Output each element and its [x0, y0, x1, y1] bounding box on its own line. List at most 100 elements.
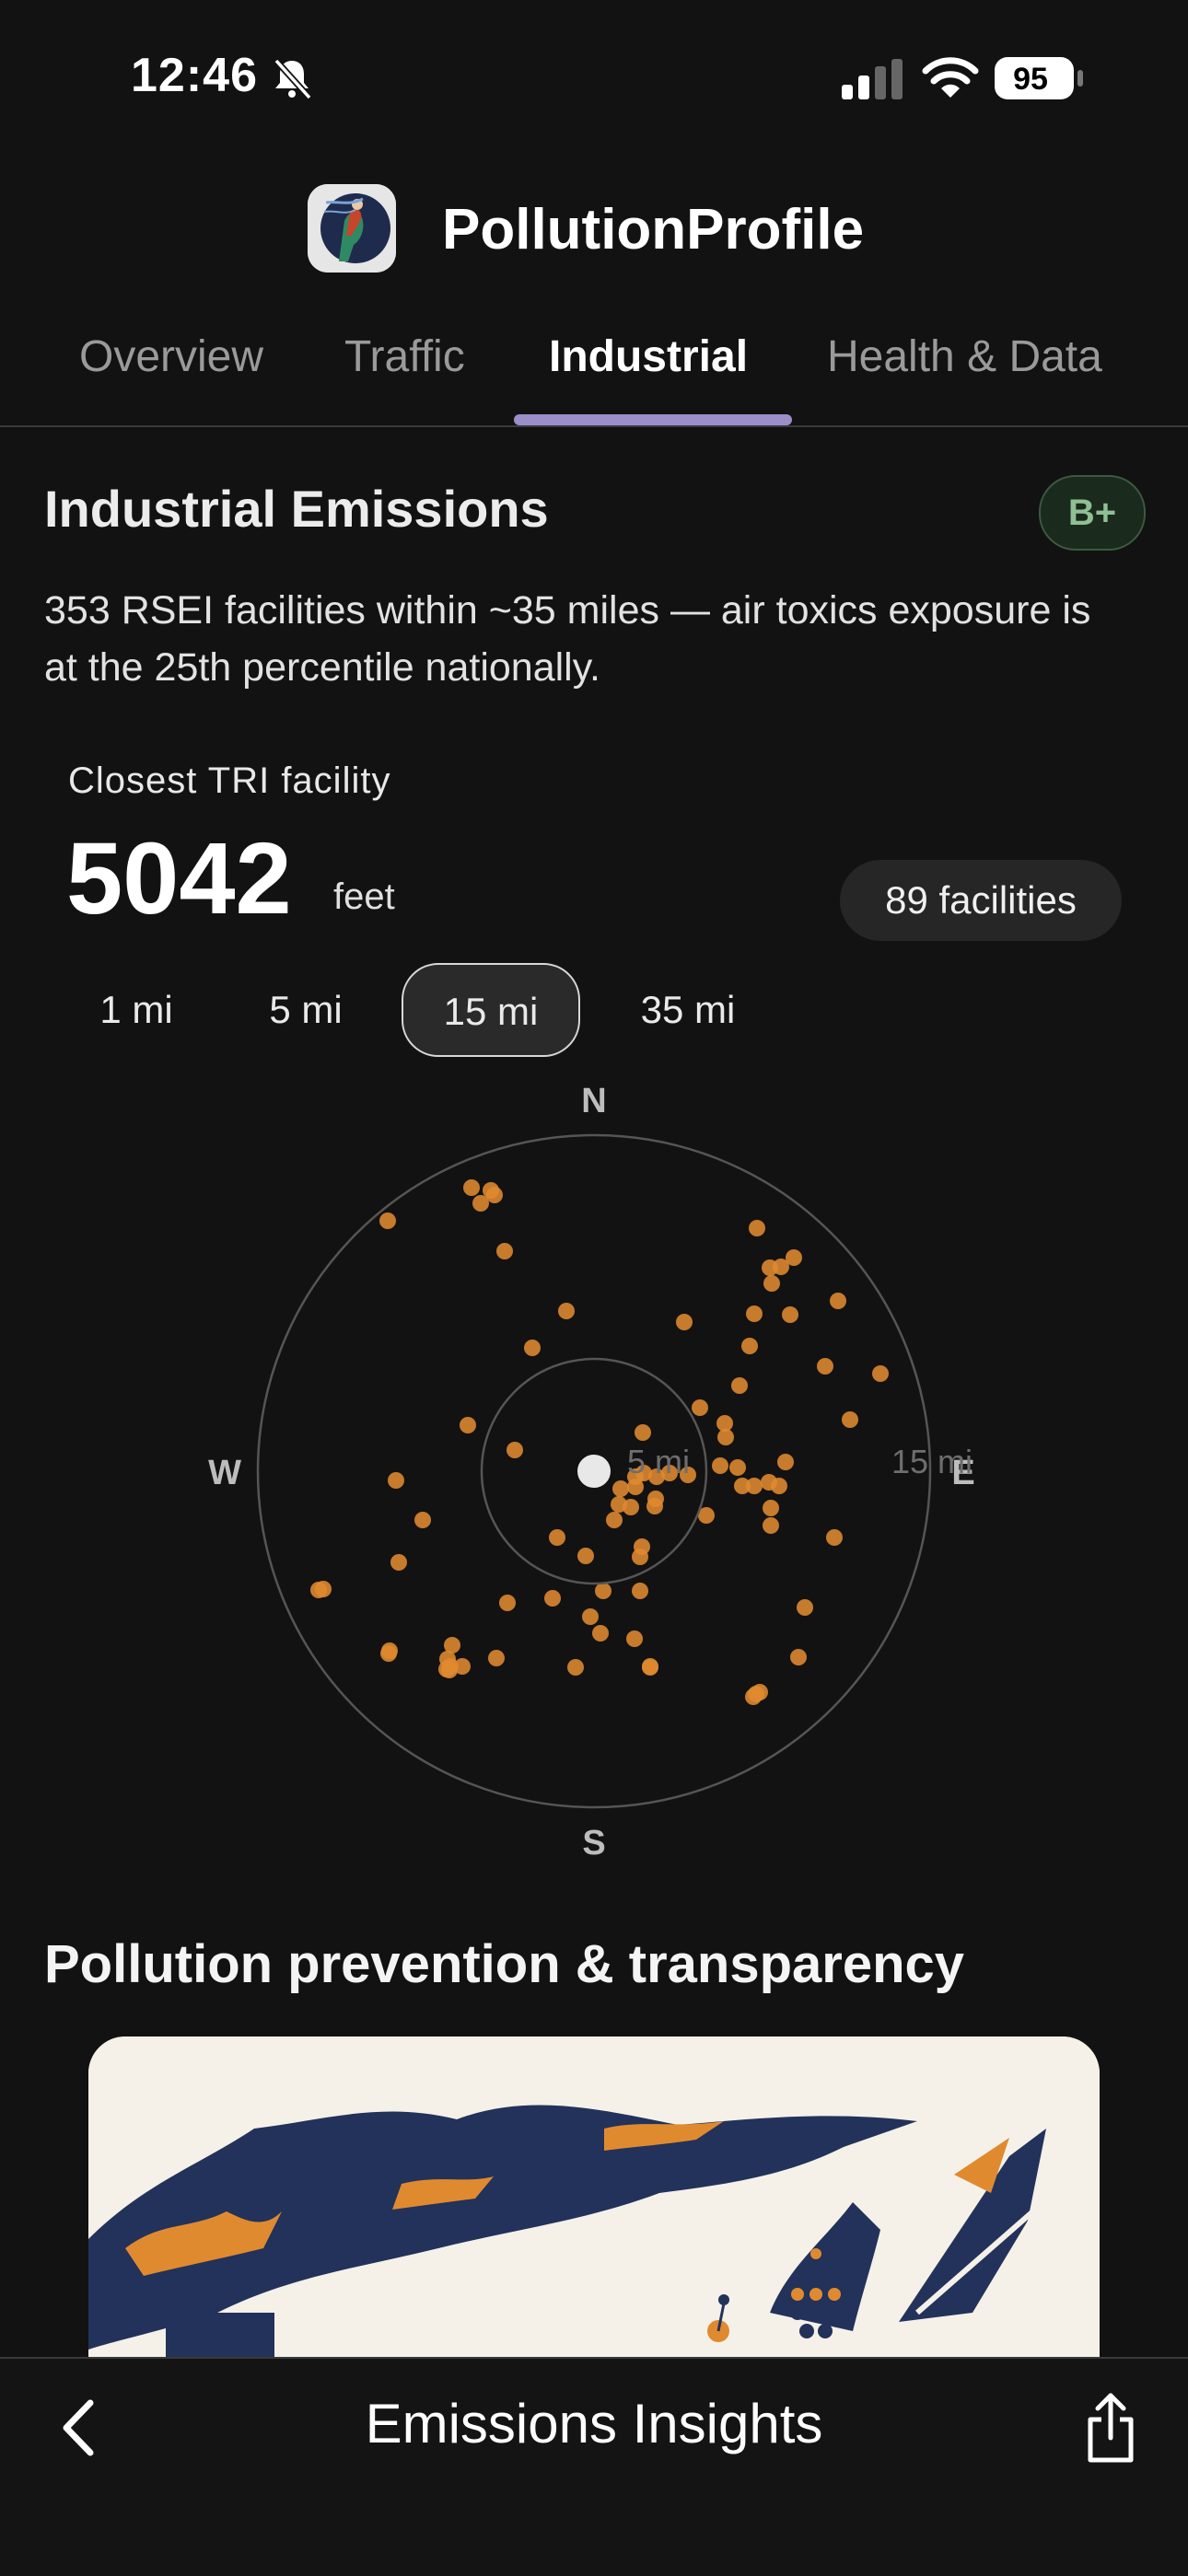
- facility-dot: [632, 1549, 648, 1565]
- facility-dot: [390, 1554, 407, 1571]
- facility-dot: [414, 1512, 431, 1528]
- facility-dot: [771, 1478, 787, 1494]
- facility-dot: [577, 1548, 594, 1564]
- facility-dot: [582, 1608, 599, 1625]
- facility-dot: [632, 1583, 648, 1599]
- battery-indicator: 95: [995, 57, 1083, 101]
- facility-dot: [626, 1630, 643, 1647]
- range-tab-15mi[interactable]: 15 mi: [402, 963, 580, 1057]
- facility-dot: [472, 1195, 489, 1212]
- facility-dots: [310, 1179, 889, 1705]
- facility-dot: [717, 1429, 734, 1445]
- bottom-title: Emissions Insights: [365, 2393, 823, 2454]
- tabs-divider: [0, 425, 1188, 427]
- facility-dot: [817, 1358, 833, 1375]
- tab-industrial[interactable]: Industrial: [549, 331, 748, 382]
- facility-dot: [797, 1599, 813, 1616]
- facility-dot: [763, 1275, 780, 1292]
- facility-dot: [612, 1480, 629, 1497]
- tab-bar: Overview Traffic Industrial Health & Dat…: [0, 322, 1188, 428]
- bottom-bar: Emissions Insights: [0, 2357, 1188, 2576]
- facility-dot: [388, 1472, 404, 1489]
- facility-dot: [549, 1529, 565, 1546]
- section2-title: Pollution prevention & transparency: [44, 1934, 965, 1994]
- app-title: PollutionProfile: [442, 198, 865, 261]
- facility-dot: [692, 1399, 708, 1416]
- facility-dot: [872, 1365, 889, 1382]
- facility-dot: [463, 1179, 480, 1196]
- pollution-illustration-image: [88, 2036, 1100, 2359]
- facility-dot: [777, 1454, 794, 1470]
- facility-dot: [749, 1220, 765, 1236]
- facility-radar-map: N S E W 5 mi 15 mi: [208, 1082, 975, 1862]
- compass-north: N: [581, 1082, 606, 1120]
- app-logo-icon: [308, 184, 396, 273]
- facility-dot: [379, 1213, 396, 1229]
- facility-dot: [442, 1658, 459, 1675]
- facility-dot: [712, 1457, 728, 1474]
- closest-facility-unit: feet: [333, 876, 395, 917]
- facility-dot: [606, 1512, 623, 1528]
- facility-dot: [627, 1479, 644, 1495]
- battery-level: 95: [1013, 62, 1048, 97]
- facility-dot: [595, 1583, 611, 1599]
- facilities-count-badge: 89 facilities: [840, 860, 1122, 941]
- facility-dot: [748, 1686, 764, 1702]
- facility-dot: [592, 1625, 609, 1642]
- status-time: 12:46: [131, 49, 258, 102]
- app-header: PollutionProfile: [0, 184, 1188, 276]
- share-icon[interactable]: [1083, 2390, 1138, 2466]
- status-bar: 12:46 95: [0, 0, 1188, 157]
- closest-facility-label: Closest TRI facility: [68, 760, 391, 801]
- facility-dot: [499, 1595, 516, 1611]
- facility-dot: [642, 1659, 658, 1676]
- facility-dot: [310, 1582, 327, 1598]
- range-tab-1mi[interactable]: 1 mi: [81, 963, 192, 1057]
- section-title: Industrial Emissions: [44, 480, 549, 538]
- tab-traffic[interactable]: Traffic: [344, 331, 465, 382]
- facility-dot: [731, 1377, 748, 1394]
- closest-facility-value: 5042: [66, 822, 292, 935]
- facility-dot: [486, 1187, 503, 1203]
- facility-dot: [746, 1305, 763, 1322]
- facility-dot: [790, 1649, 807, 1665]
- active-tab-indicator: [514, 414, 792, 425]
- grade-badge: B+: [1039, 475, 1146, 551]
- ring-label-15mi: 15 mi: [891, 1443, 973, 1480]
- section-description: 353 RSEI facilities within ~35 miles — a…: [44, 588, 1091, 690]
- compass-south: S: [582, 1824, 605, 1862]
- facility-dot: [623, 1499, 639, 1515]
- user-location-marker: [574, 1451, 614, 1491]
- facility-dot: [676, 1314, 693, 1330]
- ring-label-5mi: 5 mi: [627, 1443, 690, 1480]
- facility-dot: [488, 1650, 505, 1666]
- range-tab-5mi[interactable]: 5 mi: [250, 963, 361, 1057]
- facility-dot: [635, 1424, 651, 1441]
- facility-dot: [763, 1500, 779, 1516]
- facility-dot: [544, 1590, 561, 1607]
- wifi-icon: [922, 57, 979, 98]
- tab-health-data[interactable]: Health & Data: [827, 331, 1102, 382]
- tab-overview[interactable]: Overview: [79, 331, 263, 382]
- facility-dot: [782, 1306, 798, 1323]
- facility-dot: [830, 1293, 846, 1309]
- facility-dot: [496, 1243, 513, 1259]
- facility-dot: [380, 1645, 397, 1662]
- bell-muted-icon: [274, 58, 312, 100]
- facility-dot: [507, 1442, 523, 1458]
- facility-dot: [741, 1338, 758, 1354]
- facility-dot: [729, 1459, 746, 1476]
- facility-dot: [558, 1303, 575, 1319]
- facility-dot: [460, 1417, 476, 1433]
- facility-dot: [524, 1340, 541, 1356]
- facility-dot: [762, 1259, 778, 1276]
- facility-dot: [842, 1411, 858, 1428]
- facility-dot: [763, 1517, 779, 1534]
- cellular-signal-icon: [842, 59, 903, 99]
- compass-west: W: [208, 1454, 241, 1492]
- facility-dot: [746, 1478, 763, 1494]
- range-tab-35mi[interactable]: 35 mi: [628, 963, 748, 1057]
- facility-dot: [646, 1498, 663, 1514]
- facility-dot: [826, 1529, 843, 1546]
- battery-tip: [1077, 70, 1083, 87]
